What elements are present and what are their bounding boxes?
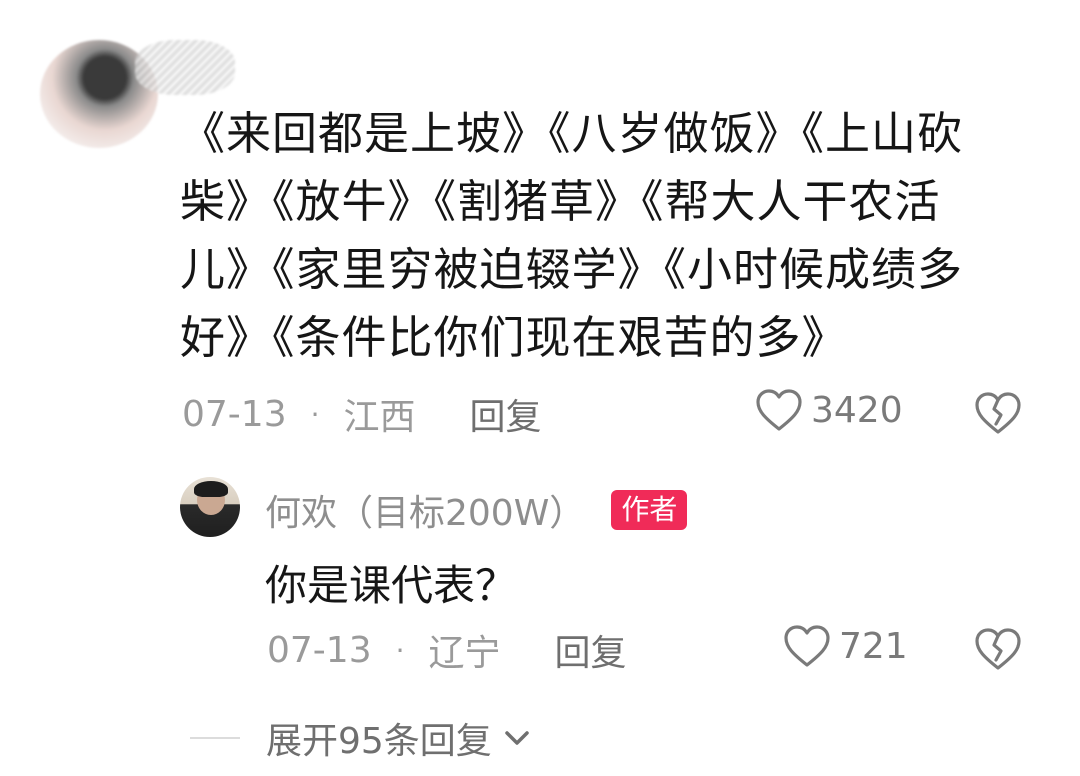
reply-text: 你是课代表？ <box>265 561 518 610</box>
heart-outline-icon <box>756 389 802 431</box>
reply-like-button[interactable]: 721 <box>783 624 908 668</box>
commenter-avatar[interactable] <box>40 40 235 148</box>
comment-dislike-button[interactable] <box>974 391 1022 439</box>
comment-like-count: 3420 <box>811 389 903 431</box>
avatar-hair <box>194 481 228 497</box>
reply-reply-button[interactable]: 回复 <box>555 624 627 676</box>
comment-like-button[interactable]: 3420 <box>755 388 903 432</box>
reply-author-avatar[interactable] <box>180 477 240 537</box>
divider-line <box>190 737 240 739</box>
reply-author-row: 何欢（目标200W） 作者 <box>265 484 688 536</box>
reply-like-count: 721 <box>839 625 908 667</box>
expand-replies-label: 展开95条回复 <box>266 721 492 762</box>
meta-separator: · <box>310 397 320 431</box>
heart-outline-icon <box>784 625 830 667</box>
comment-date: 07-13 <box>182 393 287 435</box>
broken-heart-icon <box>975 628 1021 670</box>
meta-separator: · <box>395 633 405 667</box>
reply-author-name[interactable]: 何欢（目标200W） <box>265 484 585 536</box>
comment-reply-button[interactable]: 回复 <box>470 388 542 440</box>
reply-date: 07-13 <box>267 629 372 671</box>
reply-dislike-button[interactable] <box>974 627 1022 675</box>
chevron-down-icon <box>505 731 529 745</box>
reply-location: 辽宁 <box>428 633 501 674</box>
reply-meta: 07-13 · 辽宁 回复 <box>267 624 627 676</box>
broken-heart-icon <box>975 392 1021 434</box>
expand-replies-button[interactable]: 展开95条回复 <box>190 712 532 764</box>
comment-text: 《来回都是上坡》《八岁做饭》《上山砍柴》《放牛》《割猪草》《帮大人干农活儿》《家… <box>180 107 964 364</box>
author-badge: 作者 <box>611 490 688 530</box>
comment-meta: 07-13 · 江西 回复 <box>182 388 542 440</box>
comment-location: 江西 <box>343 397 416 438</box>
